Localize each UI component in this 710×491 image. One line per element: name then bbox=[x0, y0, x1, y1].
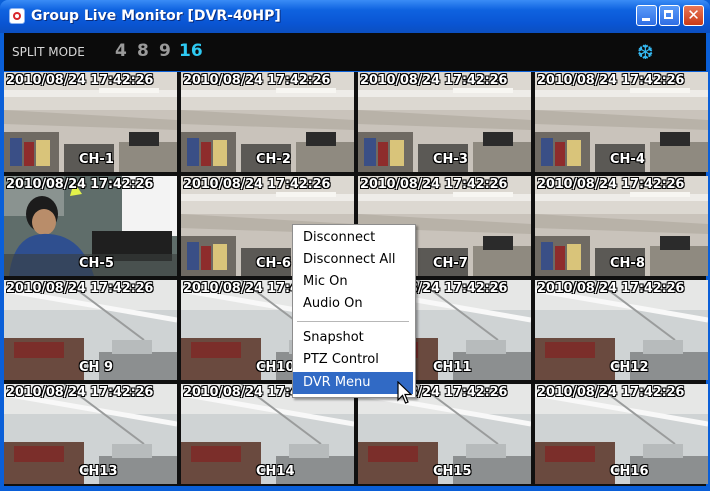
camera-channel-label: CH12 bbox=[610, 360, 649, 375]
menu-item-label: Audio On bbox=[303, 296, 363, 311]
menu-item-label: PTZ Control bbox=[303, 352, 379, 367]
menu-item-audio-on[interactable]: Audio On bbox=[293, 293, 413, 315]
camera-timestamp: 2010/08/24 17:42:26 bbox=[537, 385, 685, 400]
snowflake-icon[interactable]: ❆ bbox=[637, 40, 654, 64]
camera-tile[interactable]: 2010/08/24 17:42:26 CH15 bbox=[358, 384, 531, 484]
close-icon: ✕ bbox=[687, 6, 700, 24]
camera-timestamp: 2010/08/24 17:42:26 bbox=[6, 281, 154, 296]
camera-timestamp: 2010/08/24 17:42:26 bbox=[360, 73, 508, 88]
split-option-8[interactable]: 8 bbox=[137, 41, 149, 61]
camera-tile[interactable]: 2010/08/24 17:42:26 CH13 bbox=[4, 384, 177, 484]
maximize-icon bbox=[664, 10, 673, 19]
camera-channel-label: CH15 bbox=[433, 464, 472, 479]
menu-item-mic-on[interactable]: Mic On bbox=[293, 271, 413, 293]
title-bar[interactable]: Group Live Monitor [DVR-40HP] ✕ bbox=[0, 0, 710, 33]
split-option-9[interactable]: 9 bbox=[159, 41, 171, 61]
maximize-button[interactable] bbox=[659, 5, 680, 26]
minimize-icon bbox=[642, 18, 650, 21]
camera-timestamp: 2010/08/24 17:42:26 bbox=[6, 177, 154, 192]
camera-tile[interactable]: 2010/08/24 17:42:26 CH-5 bbox=[4, 176, 177, 276]
camera-tile[interactable]: 2010/08/24 17:42:26 CH14 bbox=[181, 384, 354, 484]
minimize-button[interactable] bbox=[636, 5, 657, 26]
app-icon[interactable] bbox=[9, 8, 25, 24]
menu-item-snapshot[interactable]: Snapshot bbox=[293, 327, 413, 349]
camera-channel-label: CH16 bbox=[610, 464, 649, 479]
camera-channel-label: CH-6 bbox=[256, 256, 291, 271]
camera-channel-label: CH13 bbox=[79, 464, 118, 479]
camera-timestamp: 2010/08/24 17:42:26 bbox=[183, 177, 331, 192]
camera-tile[interactable]: 2010/08/24 17:42:26 CH12 bbox=[535, 280, 708, 380]
menu-item-label: DVR Menu bbox=[303, 375, 371, 390]
camera-channel-label: CH-7 bbox=[433, 256, 468, 271]
menu-item-disconnect-all[interactable]: Disconnect All bbox=[293, 249, 413, 271]
camera-timestamp: 2010/08/24 17:42:26 bbox=[360, 177, 508, 192]
camera-tile[interactable]: 2010/08/24 17:42:26 CH-2 bbox=[181, 72, 354, 172]
camera-channel-label: CH-8 bbox=[610, 256, 645, 271]
split-mode-label: SPLIT MODE bbox=[12, 45, 85, 59]
camera-timestamp: 2010/08/24 17:42:26 bbox=[537, 177, 685, 192]
camera-tile[interactable]: 2010/08/24 17:42:26 CH-1 bbox=[4, 72, 177, 172]
camera-channel-label: CH 9 bbox=[79, 360, 113, 375]
camera-channel-label: CH10 bbox=[256, 360, 295, 375]
camera-timestamp: 2010/08/24 17:42:26 bbox=[537, 281, 685, 296]
split-option-16[interactable]: 16 bbox=[179, 41, 203, 61]
menu-separator bbox=[297, 321, 409, 322]
camera-tile[interactable]: 2010/08/24 17:42:26 CH-8 bbox=[535, 176, 708, 276]
menu-item-disconnect[interactable]: Disconnect bbox=[293, 227, 413, 249]
menu-item-label: Snapshot bbox=[303, 330, 364, 345]
menu-item-dvr-menu[interactable]: DVR Menu bbox=[293, 372, 413, 394]
context-menu: Disconnect Disconnect All Mic On Audio O… bbox=[292, 224, 416, 398]
menu-item-ptz-control[interactable]: PTZ Control bbox=[293, 349, 413, 371]
camera-channel-label: CH-2 bbox=[256, 152, 291, 167]
split-mode-toolbar: SPLIT MODE 4 8 9 16 ❆ bbox=[4, 33, 706, 71]
camera-channel-label: CH11 bbox=[433, 360, 472, 375]
app-window: Group Live Monitor [DVR-40HP] ✕ SPLIT MO… bbox=[0, 0, 710, 491]
mouse-pointer-icon bbox=[397, 381, 413, 404]
window-title: Group Live Monitor [DVR-40HP] bbox=[31, 8, 281, 24]
menu-item-label: Disconnect All bbox=[303, 252, 396, 267]
split-option-4[interactable]: 4 bbox=[115, 41, 127, 61]
menu-item-label: Mic On bbox=[303, 274, 348, 289]
camera-tile[interactable]: 2010/08/24 17:42:26 CH-4 bbox=[535, 72, 708, 172]
camera-timestamp: 2010/08/24 17:42:26 bbox=[537, 73, 685, 88]
camera-channel-label: CH-1 bbox=[79, 152, 114, 167]
camera-timestamp: 2010/08/24 17:42:26 bbox=[6, 385, 154, 400]
camera-channel-label: CH-5 bbox=[79, 256, 114, 271]
camera-tile[interactable]: 2010/08/24 17:42:26 CH-3 bbox=[358, 72, 531, 172]
camera-tile[interactable]: 2010/08/24 17:42:26 CH16 bbox=[535, 384, 708, 484]
menu-item-label: Disconnect bbox=[303, 230, 376, 245]
camera-channel-label: CH-3 bbox=[433, 152, 468, 167]
camera-timestamp: 2010/08/24 17:42:26 bbox=[183, 73, 331, 88]
camera-channel-label: CH14 bbox=[256, 464, 295, 479]
camera-channel-label: CH-4 bbox=[610, 152, 645, 167]
close-button[interactable]: ✕ bbox=[683, 5, 704, 26]
camera-timestamp: 2010/08/24 17:42:26 bbox=[6, 73, 154, 88]
camera-tile[interactable]: 2010/08/24 17:42:26 CH 9 bbox=[4, 280, 177, 380]
